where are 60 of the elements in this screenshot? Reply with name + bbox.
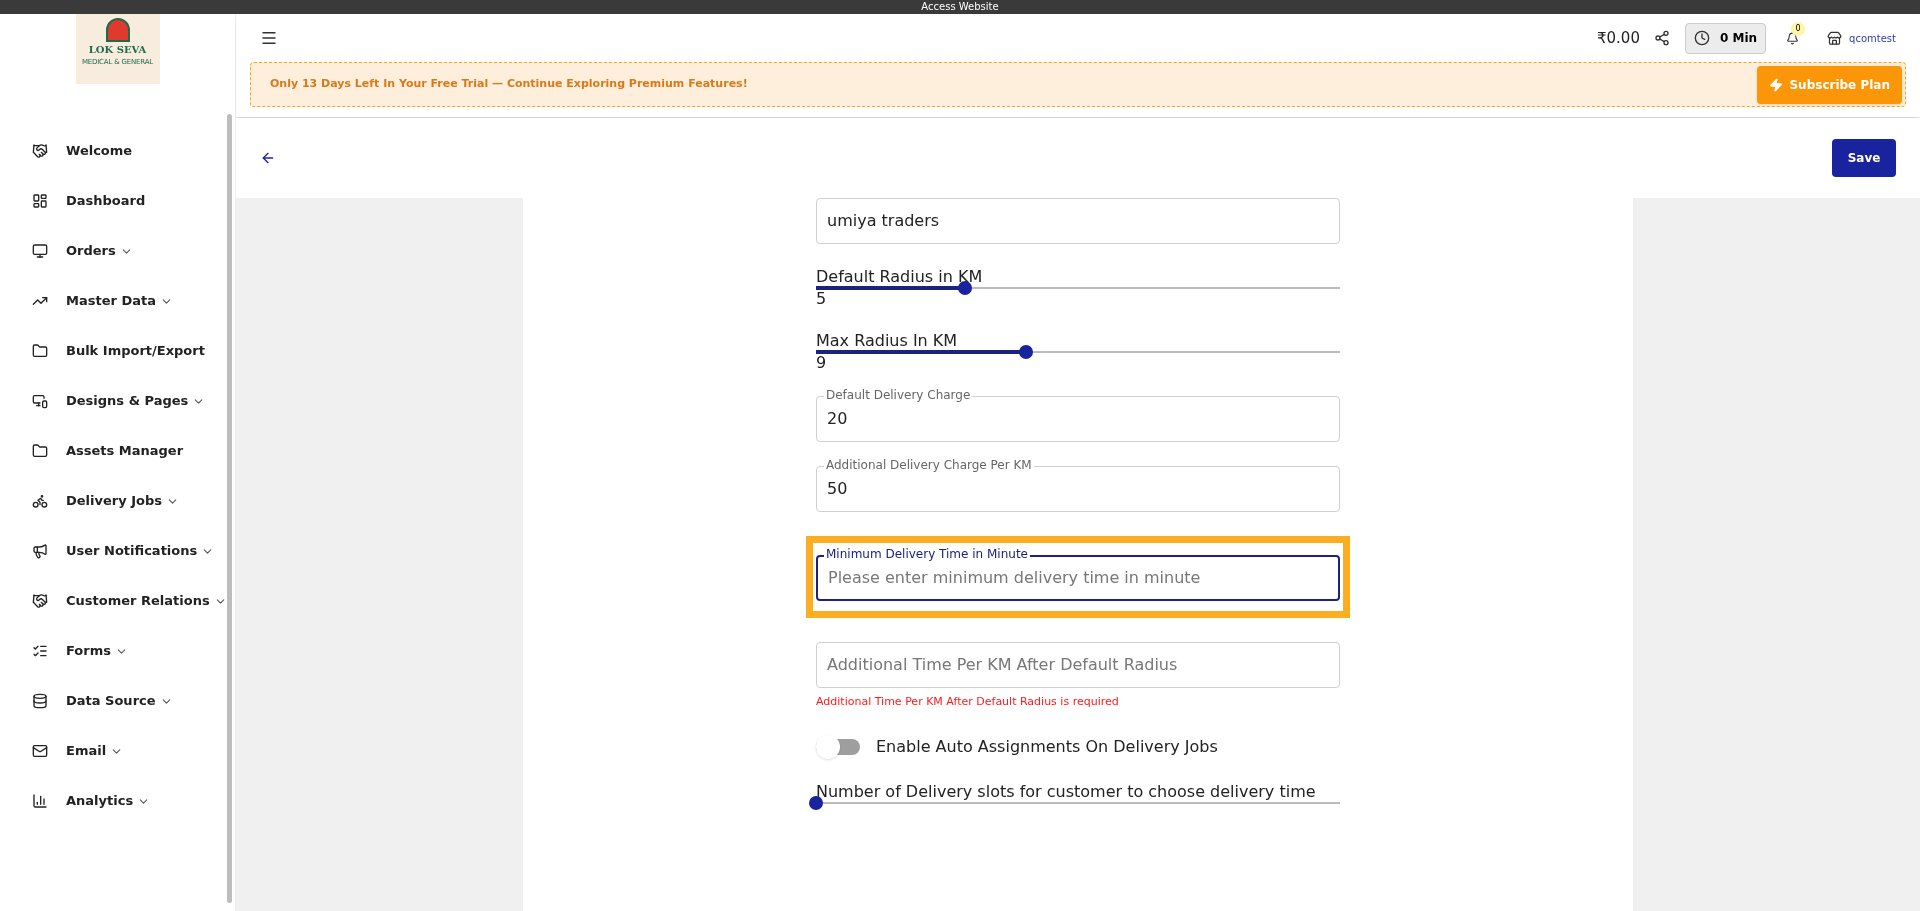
slider-thumb[interactable] [1018, 345, 1033, 359]
database-icon [32, 693, 48, 709]
sidebar-item[interactable]: Analytics [0, 776, 235, 826]
sidebar-item[interactable]: Master Data [0, 276, 235, 326]
devices-icon [32, 393, 48, 409]
sidebar-item[interactable]: Delivery Jobs [0, 476, 235, 526]
clock-icon [1693, 30, 1710, 46]
sidebar-item[interactable]: Orders [0, 226, 235, 276]
slider-value: 9 [816, 354, 828, 372]
text-input[interactable]: 50 [827, 477, 1329, 501]
top-bar-title: Access Website [921, 2, 999, 12]
save-button[interactable]: Save [1832, 139, 1896, 177]
field-label: Additional Delivery Charge Per KM [824, 457, 1034, 473]
field-label: Minimum Delivery Time in Minute [824, 546, 1030, 562]
mail-icon [32, 743, 48, 759]
text-input[interactable]: Additional Time Per KM After Default Radius [827, 653, 1329, 677]
notification-badge: 0 [1791, 21, 1806, 36]
slider-label: Number of Delivery slots for customer to choose delivery time [816, 782, 1317, 801]
handshake-icon [32, 143, 48, 159]
dashboard-icon [32, 193, 48, 209]
sidebar-item[interactable]: Designs & Pages [0, 376, 235, 426]
sidebar-item[interactable]: Forms [0, 626, 235, 676]
slider-thumb[interactable] [958, 281, 973, 295]
analytics-icon [32, 793, 48, 809]
sidebar-item[interactable]: User Notifications [0, 526, 235, 576]
folder-icon [32, 443, 48, 459]
sidebar-item[interactable]: Assets Manager [0, 426, 235, 476]
trial-message: Only 13 Days Left In Your Free Trial — Continue Exploring Premium Features! [270, 76, 749, 93]
lightning-icon [1769, 77, 1784, 92]
slider-label: Max Radius In KM [816, 332, 959, 350]
store-link[interactable]: qcomtest [1849, 30, 1896, 46]
store-icon [1827, 30, 1843, 46]
share-icon[interactable] [1653, 30, 1670, 46]
slider-value: 5 [816, 290, 828, 308]
sidebar-item[interactable]: Dashboard [0, 176, 235, 226]
toggle-label: Enable Auto Assignments On Delivery Jobs [876, 735, 1218, 758]
balance: ₹0.00 [1597, 27, 1640, 49]
monitor-icon [32, 243, 48, 259]
text-input[interactable]: 20 [827, 407, 1329, 431]
sidebar-item[interactable]: Welcome [0, 126, 235, 176]
bell-icon[interactable] [1786, 31, 1800, 45]
text-field[interactable]: umiya traders [816, 198, 1340, 244]
megaphone-icon [32, 543, 48, 559]
text-input[interactable]: Please enter minimum delivery time in minute [828, 566, 1328, 590]
error-message: Additional Time Per KM After Default Radius is required [816, 694, 1120, 710]
text-input[interactable]: umiya traders [827, 209, 1329, 233]
handshake-icon [32, 593, 48, 609]
timer-button[interactable]: 0 Min [1684, 22, 1767, 54]
back-arrow-icon[interactable] [260, 150, 276, 166]
sidebar-item[interactable]: Email [0, 726, 235, 776]
sidebar-item[interactable]: Data Source [0, 676, 235, 726]
sidebar-item[interactable]: Customer Relations [0, 576, 235, 626]
slider-thumb[interactable] [809, 795, 823, 810]
list-icon [32, 643, 48, 659]
scooter-icon [32, 493, 48, 509]
field-label: Default Delivery Charge [824, 387, 973, 403]
sidebar-item[interactable]: Bulk Import/Export [0, 326, 235, 376]
menu-icon[interactable] [260, 29, 278, 47]
slider-label: Default Radius in KM [816, 268, 984, 286]
folder-icon [32, 343, 48, 359]
